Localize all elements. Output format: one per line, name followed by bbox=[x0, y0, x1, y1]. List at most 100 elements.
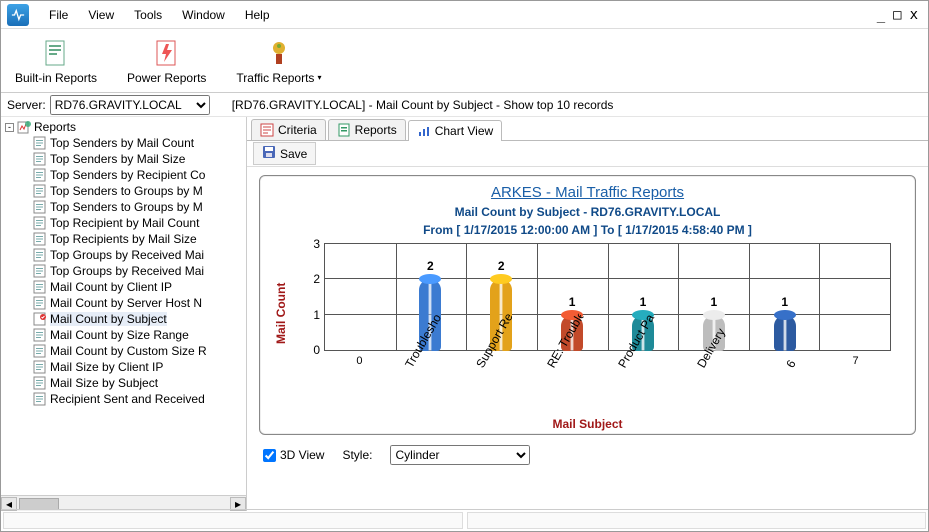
chart-daterange: From [ 1/17/2015 12:00:00 AM ] To [ 1/17… bbox=[274, 223, 901, 237]
power-reports-button[interactable]: Power Reports bbox=[123, 35, 210, 87]
tree-item-label: Top Groups by Received Mai bbox=[50, 248, 204, 262]
bar-value-label: 1 bbox=[710, 295, 717, 309]
content-title: [RD76.GRAVITY.LOCAL] - Mail Count by Sub… bbox=[232, 98, 614, 112]
tree-item[interactable]: Mail Count by Size Range bbox=[5, 327, 246, 343]
chart-bar[interactable]: 1 bbox=[774, 315, 796, 351]
bar-value-label: 2 bbox=[427, 259, 434, 273]
maximize-button[interactable]: □ bbox=[893, 7, 901, 23]
tree-item-label: Top Senders by Recipient Co bbox=[50, 168, 205, 182]
report-item-icon bbox=[33, 232, 47, 246]
bar-value-label: 1 bbox=[569, 295, 576, 309]
chart-xticks: 0TroubleshootSupport RequestRE: Troubles… bbox=[324, 353, 891, 383]
ribbon-toolbar: Built-in Reports Power Reports Traffic R… bbox=[1, 29, 928, 93]
save-button[interactable]: Save bbox=[253, 142, 316, 165]
3dview-label: 3D View bbox=[280, 448, 324, 462]
xtick-label: RE: Troubleshoot bbox=[537, 353, 608, 383]
menu-help[interactable]: Help bbox=[235, 4, 280, 26]
report-item-icon bbox=[33, 376, 47, 390]
xtick-label: Support Request bbox=[466, 353, 537, 383]
tree-item[interactable]: Top Senders by Mail Count bbox=[5, 135, 246, 151]
report-sheet-icon bbox=[40, 37, 72, 69]
statusbar bbox=[1, 509, 928, 531]
bar-value-label: 1 bbox=[781, 295, 788, 309]
report-item-icon bbox=[33, 344, 47, 358]
tree-item[interactable]: Mail Count by Custom Size R bbox=[5, 343, 246, 359]
tree-item-label: Mail Count by Server Host N bbox=[50, 296, 202, 310]
3dview-checkbox[interactable] bbox=[263, 449, 276, 462]
tab-reports[interactable]: Reports bbox=[328, 119, 406, 140]
tab-reports-label: Reports bbox=[355, 123, 397, 137]
traffic-reports-icon bbox=[263, 37, 295, 69]
tree-item-label: Mail Count by Subject bbox=[50, 312, 167, 326]
xtick-label: Product Packaging bbox=[608, 353, 679, 383]
server-row: Server: RD76.GRAVITY.LOCAL [RD76.GRAVITY… bbox=[1, 93, 928, 117]
tree-item[interactable]: Recipient Sent and Received bbox=[5, 391, 246, 407]
server-select[interactable]: RD76.GRAVITY.LOCAL bbox=[50, 95, 210, 115]
chart-icon bbox=[417, 124, 431, 138]
window-controls: _ □ x bbox=[877, 7, 922, 23]
tree-item[interactable]: Top Groups by Received Mai bbox=[5, 247, 246, 263]
builtin-reports-label: Built-in Reports bbox=[15, 71, 97, 85]
menu-file[interactable]: File bbox=[39, 4, 78, 26]
bar-value-label: 1 bbox=[640, 295, 647, 309]
builtin-reports-button[interactable]: Built-in Reports bbox=[11, 35, 101, 87]
report-item-icon bbox=[33, 264, 47, 278]
chart-yticks: 3210 bbox=[304, 237, 320, 357]
tree-item[interactable]: Top Groups by Received Mai bbox=[5, 263, 246, 279]
xtick-label: 0 bbox=[324, 353, 395, 383]
report-item-icon bbox=[33, 168, 47, 182]
tree-item[interactable]: Mail Size by Subject bbox=[5, 375, 246, 391]
reports-root-icon bbox=[17, 120, 31, 134]
xtick-label: 7 bbox=[820, 353, 891, 383]
report-item-icon bbox=[33, 296, 47, 310]
menu-view[interactable]: View bbox=[78, 4, 124, 26]
tree-item[interactable]: Top Senders to Groups by M bbox=[5, 199, 246, 215]
tree-item[interactable]: Top Recipients by Mail Size bbox=[5, 231, 246, 247]
tree-item[interactable]: Mail Size by Client IP bbox=[5, 359, 246, 375]
menu-window[interactable]: Window bbox=[172, 4, 235, 26]
tree-pane: - Reports Top Senders by Mail CountTop S… bbox=[1, 117, 247, 511]
reports-tree[interactable]: - Reports Top Senders by Mail CountTop S… bbox=[1, 117, 246, 495]
tree-item[interactable]: Top Senders to Groups by M bbox=[5, 183, 246, 199]
tree-root[interactable]: - Reports bbox=[5, 119, 246, 135]
save-icon bbox=[262, 145, 276, 162]
bar-cell bbox=[820, 243, 891, 351]
tab-criteria[interactable]: Criteria bbox=[251, 119, 326, 140]
reports-tab-icon bbox=[337, 123, 351, 137]
chevron-down-icon: ▾ bbox=[317, 73, 321, 82]
save-label: Save bbox=[280, 147, 307, 161]
tree-root-label: Reports bbox=[34, 120, 76, 134]
traffic-reports-button[interactable]: Traffic Reports ▾ bbox=[232, 35, 325, 87]
tree-item-label: Mail Size by Subject bbox=[50, 376, 158, 390]
tree-item[interactable]: Top Senders by Recipient Co bbox=[5, 167, 246, 183]
tree-item[interactable]: Top Recipient by Mail Count bbox=[5, 215, 246, 231]
menu-tools[interactable]: Tools bbox=[124, 4, 172, 26]
close-button[interactable]: x bbox=[910, 7, 918, 23]
chart-bars: 221111 bbox=[324, 243, 891, 351]
report-item-icon bbox=[33, 360, 47, 374]
chart-footer: 3D View Style: Cylinder bbox=[259, 445, 916, 465]
3dview-checkbox-wrap[interactable]: 3D View bbox=[263, 448, 324, 462]
report-item-icon bbox=[33, 248, 47, 262]
report-item-icon bbox=[33, 184, 47, 198]
menubar: FileViewToolsWindowHelp _ □ x bbox=[1, 1, 928, 29]
status-cell-2 bbox=[467, 512, 927, 529]
tree-item[interactable]: Top Senders by Mail Size bbox=[5, 151, 246, 167]
minimize-button[interactable]: _ bbox=[877, 7, 885, 23]
chart-plot: Mail Count 3210 221111 0TroubleshootSupp… bbox=[274, 243, 901, 383]
tab-bar: Criteria Reports Chart View bbox=[247, 117, 928, 141]
tree-item[interactable]: Mail Count by Server Host N bbox=[5, 295, 246, 311]
style-select[interactable]: Cylinder bbox=[390, 445, 530, 465]
tree-item-label: Top Recipients by Mail Size bbox=[50, 232, 197, 246]
tree-item[interactable]: Mail Count by Subject bbox=[5, 311, 246, 327]
tree-item-label: Mail Count by Custom Size R bbox=[50, 344, 207, 358]
collapse-icon[interactable]: - bbox=[5, 123, 14, 132]
tab-criteria-label: Criteria bbox=[278, 123, 317, 137]
scroll-thumb[interactable] bbox=[19, 498, 59, 510]
tab-chartview[interactable]: Chart View bbox=[408, 120, 502, 141]
tree-item-label: Mail Count by Size Range bbox=[50, 328, 189, 342]
tree-item[interactable]: Mail Count by Client IP bbox=[5, 279, 246, 295]
status-cell-1 bbox=[3, 512, 463, 529]
traffic-reports-label: Traffic Reports bbox=[236, 71, 314, 85]
chart-title: ARKES - Mail Traffic Reports bbox=[274, 184, 901, 201]
